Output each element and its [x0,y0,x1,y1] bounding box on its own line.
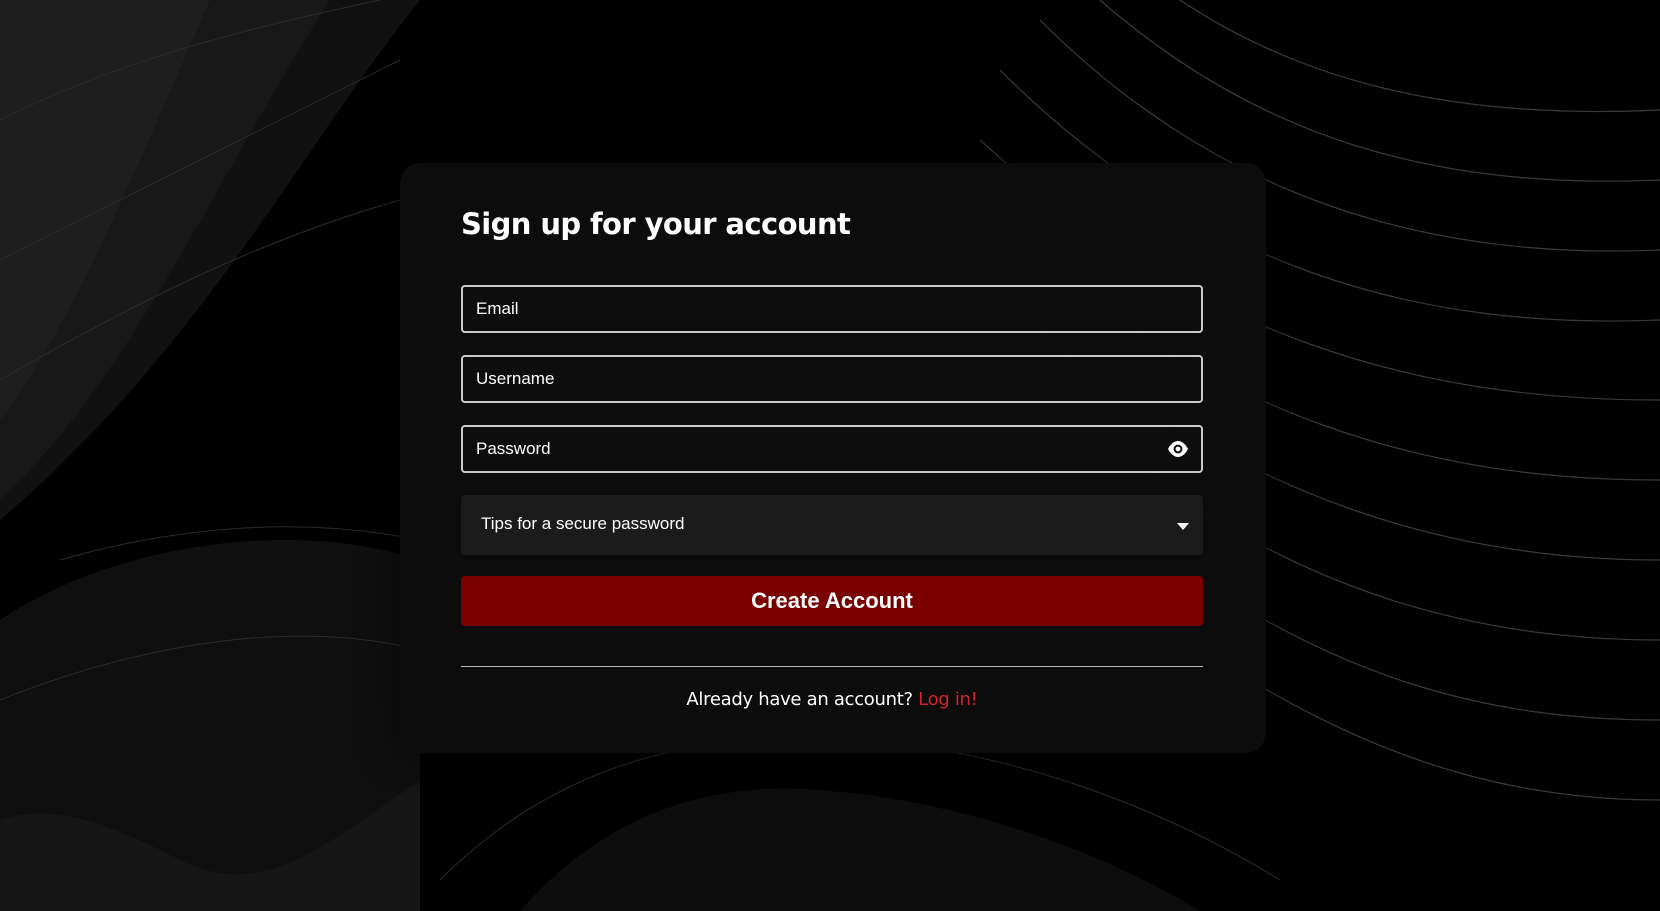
eye-icon[interactable] [1167,439,1189,459]
login-prompt: Already have an account? Log in! [461,689,1203,710]
create-account-button[interactable]: Create Account [461,576,1203,626]
login-link[interactable]: Log in! [918,689,978,710]
page-title: Sign up for your account [461,207,851,241]
password-field[interactable] [463,427,1201,471]
signup-card: Sign up for your account Tips for a secu… [400,163,1266,753]
username-field[interactable] [463,357,1201,401]
password-tips-dropdown[interactable]: Tips for a secure password [461,495,1203,555]
caret-down-icon [1177,523,1189,530]
username-field-wrapper [461,355,1203,403]
password-field-wrapper [461,425,1203,473]
divider [461,666,1203,667]
email-field[interactable] [463,287,1201,331]
email-field-wrapper [461,285,1203,333]
password-tips-label: Tips for a secure password [481,514,685,533]
login-prompt-text: Already have an account? [686,689,913,710]
